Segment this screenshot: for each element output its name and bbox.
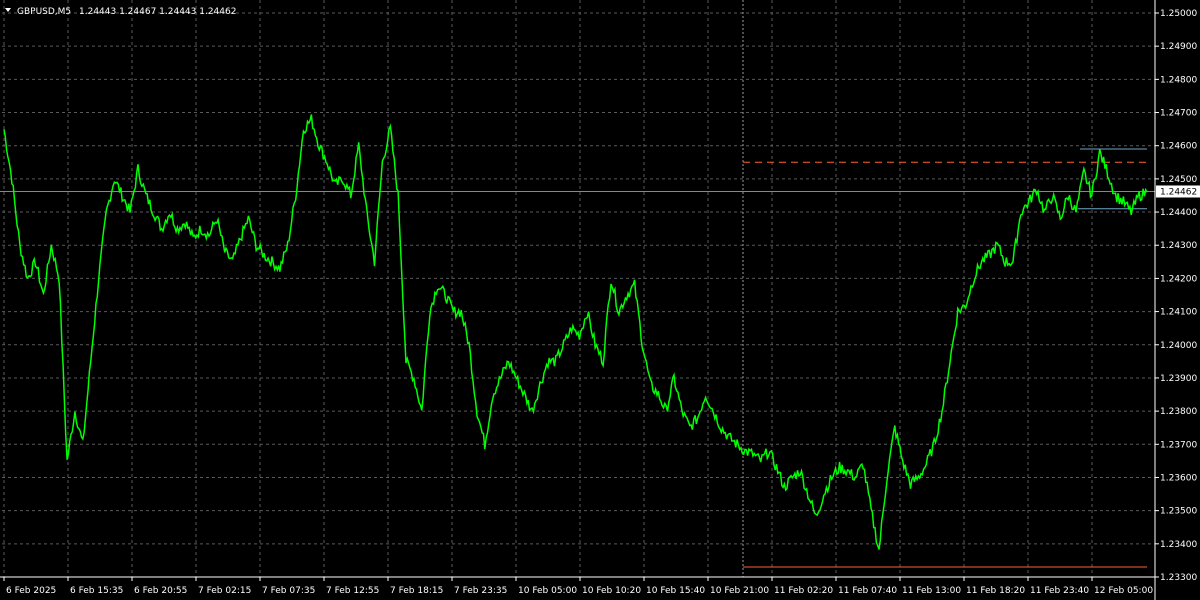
y-tick-label: 1.24100 xyxy=(1160,308,1197,318)
x-tick-label: 11 Feb 13:00 xyxy=(902,586,961,596)
y-tick-label: 1.24400 xyxy=(1160,208,1197,218)
symbol-label: GBPUSD,M5 xyxy=(17,7,71,17)
x-tick-label: 7 Feb 18:15 xyxy=(390,586,443,596)
x-tick-label: 7 Feb 23:35 xyxy=(454,586,507,596)
x-tick-label: 6 Feb 15:35 xyxy=(70,586,123,596)
y-tick-label: 1.23400 xyxy=(1160,540,1197,550)
y-tick-label: 1.24300 xyxy=(1160,241,1197,251)
x-tick-label: 10 Feb 05:00 xyxy=(518,586,577,596)
y-tick-label: 1.24700 xyxy=(1160,109,1197,119)
y-tick-label: 1.24000 xyxy=(1160,341,1197,351)
y-tick-label: 1.24200 xyxy=(1160,274,1197,284)
y-tick-label: 1.23500 xyxy=(1160,507,1197,517)
y-tick-label: 1.24800 xyxy=(1160,75,1197,85)
x-tick-label: 12 Feb 05:00 xyxy=(1094,586,1153,596)
y-tick-label: 1.23300 xyxy=(1160,573,1197,583)
current-price-label: 1.24462 xyxy=(1160,187,1197,197)
ohlc-label: 1.24443 1.24467 1.24443 1.24462 xyxy=(79,7,236,17)
current-price-tag: 1.24462 xyxy=(1156,185,1200,198)
x-tick-label: 7 Feb 07:35 xyxy=(262,586,315,596)
chart-window[interactable]: 1.25000 1.24900 1.24800 1.24700 1.24600 1.245… xyxy=(0,0,1200,600)
x-tick-label: 11 Feb 18:20 xyxy=(966,586,1025,596)
x-tick-label: 11 Feb 02:20 xyxy=(774,586,833,596)
y-tick-label: 1.23600 xyxy=(1160,473,1197,483)
x-tick-label: 6 Feb 2025 xyxy=(6,586,56,596)
y-tick-label: 1.25000 xyxy=(1160,9,1197,19)
x-tick-label: 11 Feb 23:40 xyxy=(1030,586,1089,596)
x-tick-label: 7 Feb 02:15 xyxy=(198,586,251,596)
x-tick-label: 6 Feb 20:55 xyxy=(134,586,187,596)
y-tick-label: 1.23700 xyxy=(1160,440,1197,450)
x-tick-label: 7 Feb 12:55 xyxy=(326,586,379,596)
price-chart[interactable]: 1.25000 1.24900 1.24800 1.24700 1.24600 1.245… xyxy=(0,0,1200,600)
y-tick-label: 1.24600 xyxy=(1160,142,1197,152)
x-tick-label: 10 Feb 15:40 xyxy=(646,586,705,596)
x-tick-label: 10 Feb 10:20 xyxy=(582,586,641,596)
y-tick-label: 1.23800 xyxy=(1160,407,1197,417)
y-tick-label: 1.23900 xyxy=(1160,374,1197,384)
y-tick-label: 1.24900 xyxy=(1160,42,1197,52)
chart-header: GBPUSD,M5 1.24443 1.24467 1.24443 1.2446… xyxy=(5,7,236,17)
x-tick-label: 10 Feb 21:00 xyxy=(710,586,769,596)
x-tick-label: 11 Feb 07:40 xyxy=(838,586,897,596)
y-tick-label: 1.24500 xyxy=(1160,175,1197,185)
